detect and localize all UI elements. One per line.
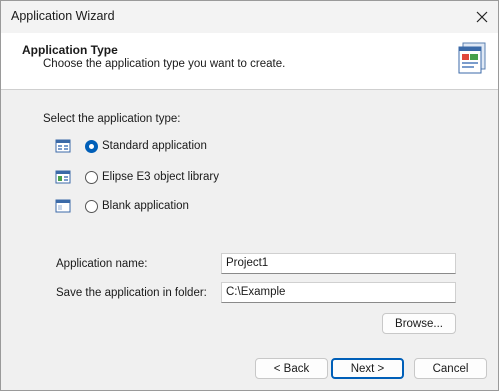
option-label: Blank application [102, 200, 189, 212]
wizard-header: Application Type Choose the application … [1, 33, 498, 90]
window-title: Application Wizard [11, 9, 115, 23]
page-subtitle: Choose the application type you want to … [43, 58, 286, 70]
close-icon [476, 11, 488, 23]
standard-app-icon [55, 139, 71, 153]
application-wizard-dialog: Application Wizard Application Type Choo… [0, 0, 499, 391]
blank-app-icon [55, 199, 71, 213]
radio-blank-application[interactable] [85, 199, 98, 213]
application-type-prompt: Select the application type: [43, 113, 181, 125]
close-button[interactable] [466, 1, 498, 33]
option-label: Standard application [102, 140, 207, 152]
option-standard-application[interactable]: Standard application [55, 137, 207, 155]
back-button[interactable]: < Back [255, 358, 328, 379]
title-bar: Application Wizard [1, 1, 498, 33]
application-name-field[interactable]: Project1 [221, 253, 456, 274]
browse-button[interactable]: Browse... [382, 313, 456, 334]
folder-path-field[interactable]: C:\Example [221, 282, 456, 303]
folder-label: Save the application in folder: [56, 287, 207, 299]
object-library-icon [55, 170, 71, 184]
wizard-application-icon [458, 42, 486, 74]
cancel-button[interactable]: Cancel [414, 358, 487, 379]
radio-standard-application[interactable] [85, 139, 98, 153]
page-title: Application Type [22, 43, 118, 57]
option-object-library[interactable]: Elipse E3 object library [55, 168, 219, 186]
application-name-label: Application name: [56, 258, 148, 270]
option-label: Elipse E3 object library [102, 171, 219, 183]
option-blank-application[interactable]: Blank application [55, 197, 189, 215]
radio-object-library[interactable] [85, 170, 98, 184]
next-button[interactable]: Next > [331, 358, 404, 379]
